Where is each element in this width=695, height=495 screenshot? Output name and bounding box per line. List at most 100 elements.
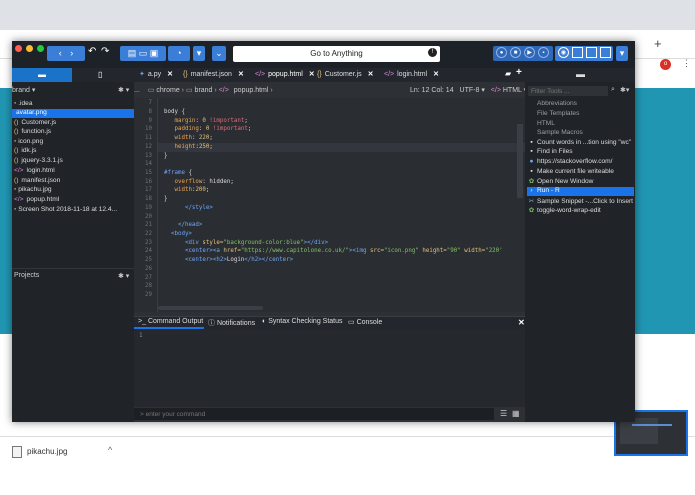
tab-list-icon[interactable]: ▰ — [505, 69, 511, 78]
places-tab[interactable]: ▬ — [12, 68, 72, 82]
save-icon[interactable]: ▣ — [150, 48, 159, 58]
document-icon[interactable]: ▯ — [98, 70, 102, 79]
toolbox-item-file-templates[interactable]: File Templates — [527, 110, 634, 119]
toolbox-item-run-r[interactable]: › Run - R — [527, 187, 634, 196]
tab-notifications[interactable]: ⓘ Notifications — [208, 318, 255, 328]
list-icon[interactable]: ☰ — [500, 409, 507, 418]
tab-popup-html[interactable]: </> popup.html ✕ — [255, 68, 315, 82]
command-output-pane — [134, 329, 525, 407]
tab-login-html[interactable]: </> login.html ✕ — [384, 68, 439, 82]
tab-close-icon[interactable]: ✕ — [167, 71, 173, 78]
tab-syntax-checking[interactable]: ◐ Syntax Checking Status — [262, 318, 343, 325]
layout-dropdown[interactable]: ▾ — [616, 46, 628, 61]
gear-icon[interactable]: ✱ ▾ — [118, 86, 129, 94]
browser-menu-icon[interactable]: ⋮ — [682, 58, 691, 69]
code-line: width: 220; — [174, 135, 213, 141]
history-button[interactable]: ◔ — [168, 46, 190, 61]
profile-avatar[interactable]: o — [660, 59, 671, 70]
open-folder-icon[interactable]: ▭ — [139, 48, 148, 58]
info-icon[interactable]: ! — [428, 48, 437, 57]
project-folder-selector[interactable]: brand ▾ — [12, 86, 35, 94]
tab-command-output[interactable]: >_ Command Output — [138, 318, 203, 325]
sidebar-item-customer-js[interactable]: () Customer.js — [14, 119, 56, 128]
sidebar-item-idk-js[interactable]: () idk.js — [14, 147, 36, 156]
scrollbar-vertical[interactable] — [517, 124, 523, 198]
sidebar-item-manifest-json[interactable]: () manifest.json — [14, 177, 60, 186]
toolbox-item-sample-macros[interactable]: Sample Macros — [527, 129, 634, 138]
chevron-up-icon[interactable]: ^ — [108, 445, 112, 455]
download-filename[interactable]: pikachu.jpg — [27, 447, 67, 456]
tab-close-icon[interactable]: ✕ — [238, 71, 244, 78]
tab-manifest-json[interactable]: {} manifest.json ✕ — [183, 68, 244, 82]
toolbox-item-html[interactable]: HTML — [527, 120, 634, 129]
bottom-pane-toggle[interactable] — [586, 47, 597, 58]
html-file-icon: </> — [218, 87, 229, 94]
toolbox-item-find-in-files[interactable]: ▪ Find in Files — [527, 148, 634, 157]
sidebar-item-idea[interactable]: ▪ .idea — [14, 100, 33, 109]
tab-close-icon[interactable]: ✕ — [433, 71, 439, 78]
sidebar-item-screenshot[interactable]: ▪ Screen Shot 2018-11-18 at 12.4... — [14, 206, 117, 215]
right-pane-toggle[interactable] — [600, 47, 611, 58]
toolbox-item-stackoverflow-url[interactable]: ● https://stackoverflow.com/ — [527, 158, 634, 167]
toolbox-item-make-writeable[interactable]: ▪ Make current file writeable — [527, 168, 634, 177]
stop-icon[interactable]: ■ — [510, 47, 521, 58]
tab-customer-js[interactable]: {} Customer.js ✕ — [317, 68, 374, 82]
tab-close-icon[interactable]: ✕ — [309, 71, 315, 78]
command-input[interactable] — [134, 408, 494, 420]
window-maximize-button[interactable] — [37, 45, 44, 52]
undo-icon[interactable]: ↶ — [88, 46, 96, 57]
play-icon[interactable]: ▶ — [524, 47, 535, 58]
sidebar-item-icon-png[interactable]: ▪ icon.png — [14, 138, 43, 147]
sidebar-item-pikachu-jpg[interactable]: ▪ pikachu.jpg — [14, 186, 52, 195]
back-icon[interactable]: ‹ — [59, 48, 62, 58]
tab-a-py[interactable]: ✦ a.py ✕ — [139, 68, 173, 82]
dropdown-button[interactable]: ▾ — [193, 46, 205, 61]
sidebar-item-jquery-js[interactable]: () jquery-3.3.1.js — [14, 157, 63, 166]
toolbox-item-open-new-window[interactable]: ✿ Open New Window — [527, 177, 634, 186]
forward-icon[interactable]: › — [70, 48, 73, 58]
tab-console[interactable]: ▭ Console — [348, 318, 382, 326]
filter-tools-input[interactable] — [528, 86, 608, 96]
breadcrumb-popup-html[interactable]: popup.html — [234, 87, 269, 94]
gear-icon[interactable]: ✱ ▾ — [118, 272, 129, 280]
new-file-icon[interactable]: ▤ — [128, 48, 137, 58]
sidebar-item-function-js[interactable]: () function.js — [14, 128, 51, 137]
line-number: 16 — [145, 179, 152, 185]
sidebar-item-avatar-png[interactable]: avatar.png — [12, 109, 134, 118]
folder-icon: ▭ — [185, 87, 193, 94]
expand-button[interactable]: ⌄ — [212, 46, 226, 61]
goto-anything-input[interactable]: Go to Anything — [233, 46, 440, 62]
tab-close-icon[interactable]: ✕ — [368, 71, 374, 78]
new-tab-plus-icon[interactable]: + — [516, 67, 522, 78]
search-icon[interactable]: ⌕ — [611, 86, 615, 94]
close-icon[interactable]: ✕ — [518, 318, 525, 327]
language-selector[interactable]: HTML ▾ — [503, 87, 527, 94]
toolbox-item-toggle-word-wrap[interactable]: ✿ toggle-word-wrap-edit — [527, 206, 634, 215]
breadcrumb-chrome[interactable]: chrome — [156, 87, 179, 94]
gear-icon[interactable]: ✱▾ — [620, 86, 629, 94]
breadcrumb-brand[interactable]: brand — [195, 87, 213, 94]
toolbox-item-abbreviations[interactable]: Abbreviations — [527, 100, 634, 109]
scrollbar-horizontal[interactable] — [158, 306, 263, 310]
eye-icon[interactable]: ◉ — [558, 47, 569, 58]
breadcrumb-more[interactable]: ... — [134, 87, 140, 94]
record-icon[interactable]: ● — [496, 47, 507, 58]
window-minimize-button[interactable] — [26, 45, 33, 52]
encoding-selector[interactable]: UTF-8 ▾ — [460, 87, 485, 94]
save-macro-icon[interactable]: ▪ — [538, 47, 549, 58]
sidebar-item-login-html[interactable]: </> login.html — [14, 167, 55, 176]
code-line: #frame { — [164, 170, 192, 176]
redo-icon[interactable]: ↷ — [101, 46, 109, 57]
js-file-icon: () — [14, 147, 19, 154]
gutter-divider — [157, 98, 158, 312]
sidebar-item-popup-html[interactable]: </> popup.html — [14, 196, 59, 205]
toolbox-item-sample-snippet[interactable]: ✂ Sample Snippet -...Click to Insert — [527, 197, 634, 206]
code-line: </style> — [184, 205, 213, 211]
left-pane-toggle[interactable] — [572, 47, 583, 58]
window-close-button[interactable] — [15, 45, 22, 52]
toolbox-item-count-words[interactable]: ▪ Count words in ...tion using "wc" — [527, 139, 634, 148]
new-tab-button[interactable]: + — [654, 36, 662, 51]
clear-icon[interactable]: ▦ — [512, 409, 520, 418]
command-icon: ▪ — [530, 168, 533, 175]
line-number: 19 — [145, 205, 152, 211]
